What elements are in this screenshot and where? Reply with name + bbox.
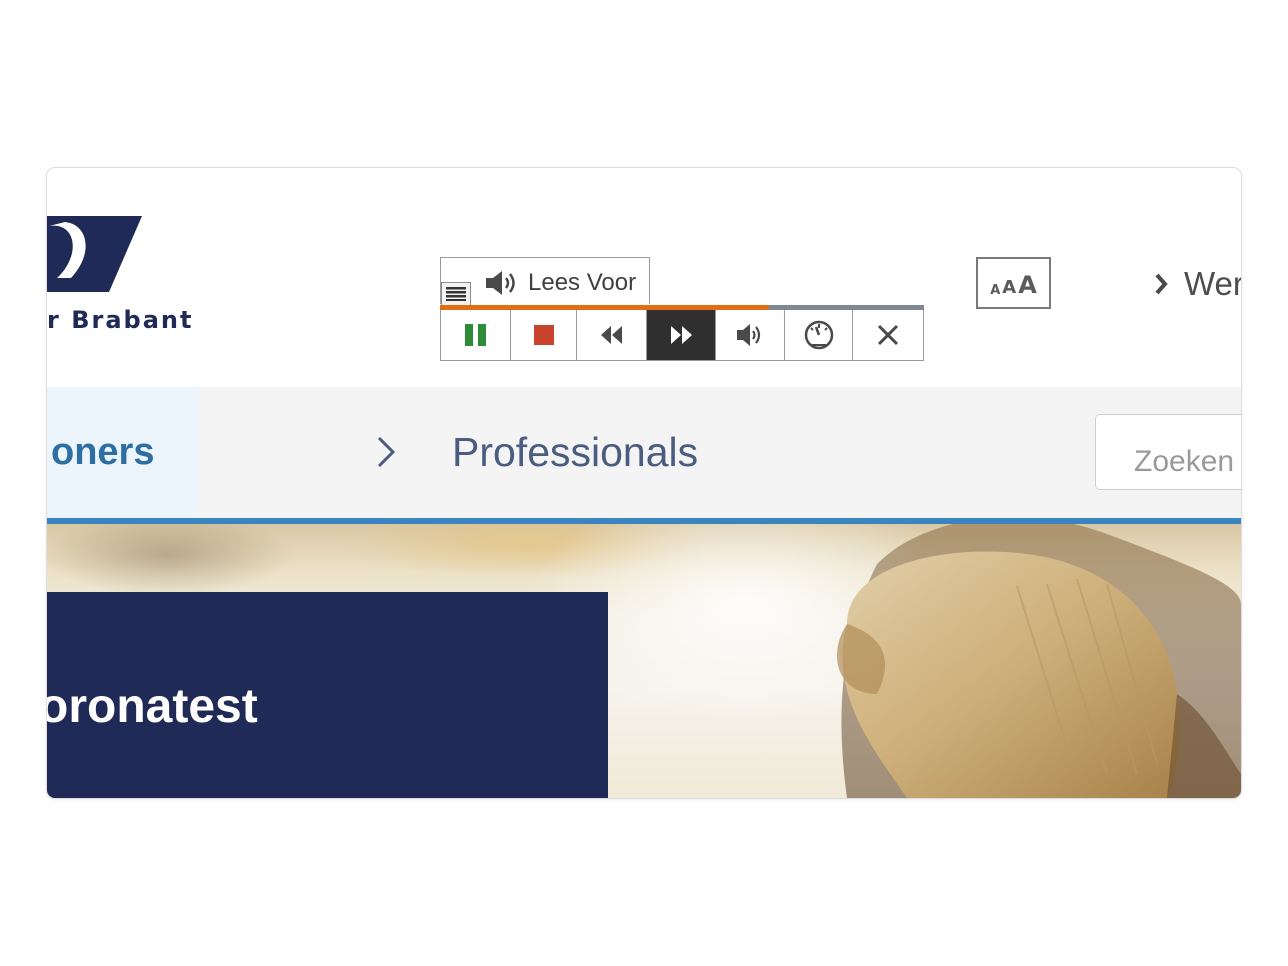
nav-item-professionals[interactable]: Professionals — [452, 429, 698, 476]
readspeaker-tab[interactable]: Lees Voor — [440, 257, 650, 306]
nav-item-active[interactable]: oners — [47, 387, 198, 518]
volume-icon — [737, 324, 761, 346]
stop-icon — [533, 325, 554, 345]
main-nav: oners Professionals — [47, 387, 1241, 518]
top-link[interactable]: Wer — [1184, 265, 1241, 303]
text-size-large: A — [1018, 271, 1037, 299]
text-size-small: A — [990, 283, 1001, 298]
speed-button[interactable] — [785, 310, 853, 360]
hero-title-box: oronatest — [47, 592, 608, 798]
browser-viewport: r Brabant Lees Voor A A A Wer oners Prof… — [47, 168, 1241, 798]
logo-icon[interactable] — [47, 216, 147, 299]
hero-title: oronatest — [47, 680, 258, 733]
hero-banner: oronatest — [47, 524, 1241, 798]
rewind-icon — [600, 326, 622, 344]
chevron-right-icon — [375, 435, 397, 474]
fast-forward-icon — [671, 326, 692, 344]
fast-forward-button[interactable] — [647, 310, 716, 360]
logo-text: r Brabant — [47, 306, 194, 334]
rewind-button[interactable] — [577, 310, 647, 360]
stop-button[interactable] — [511, 310, 577, 360]
speed-icon — [804, 320, 833, 350]
readspeaker-controls — [440, 310, 924, 361]
speaker-icon — [484, 269, 520, 302]
close-icon — [877, 324, 899, 346]
lees-voor-label[interactable]: Lees Voor — [528, 269, 636, 297]
text-size-medium: A — [1002, 277, 1017, 298]
volume-button[interactable] — [716, 310, 785, 360]
menu-icon[interactable] — [441, 282, 471, 306]
text-size-button[interactable]: A A A — [976, 257, 1051, 309]
close-button[interactable] — [853, 310, 923, 360]
pause-icon — [464, 324, 486, 346]
pause-button[interactable] — [441, 310, 511, 360]
search-input[interactable] — [1095, 414, 1241, 490]
chevron-right-icon — [1154, 273, 1168, 300]
nav-item-active-label: oners — [51, 431, 155, 473]
